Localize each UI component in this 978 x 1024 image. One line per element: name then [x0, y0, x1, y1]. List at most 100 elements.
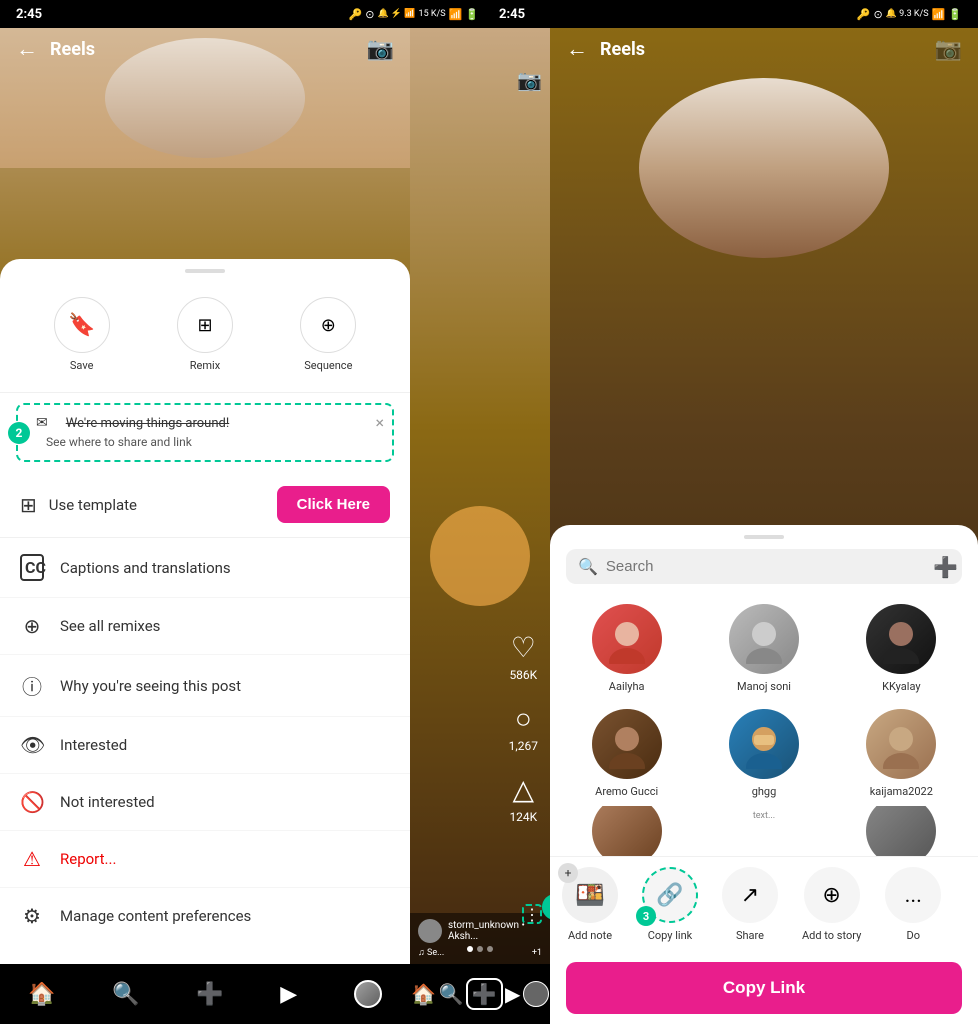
center-panel: 🔔 ⚡ 📶 🔋 📷 ♡ 586K ○ 1,267 △ 124K	[410, 28, 550, 1024]
avatar-kaijama	[866, 709, 936, 779]
like-action[interactable]: ♡ 586K	[509, 631, 537, 682]
why-label: Why you're seeing this post	[60, 677, 241, 695]
report-icon: ⚠	[20, 847, 44, 871]
remix-label: Remix	[190, 359, 220, 372]
report-menu-item[interactable]: ⚠ Report...	[0, 831, 410, 888]
captions-icon: CC	[20, 554, 44, 581]
copy-link-button[interactable]: Copy Link	[566, 962, 962, 1014]
camera-icon[interactable]: 📷	[367, 37, 394, 62]
badge-2: 2	[8, 422, 30, 444]
user-manoj[interactable]: Manoj soni	[695, 596, 832, 701]
captions-menu-item[interactable]: CC Captions and translations	[0, 538, 410, 598]
partial-avatar	[592, 806, 662, 856]
share-action-item[interactable]: ↗ Share	[710, 867, 790, 942]
user-name-aailyha: Aailyha	[609, 680, 645, 693]
add-note-plus-icon: +	[558, 863, 578, 883]
share-sheet: 🔍 ➕ Aailyha	[550, 525, 978, 1024]
nav-search[interactable]: 🔍	[112, 982, 139, 1007]
avatar-aremo	[592, 709, 662, 779]
share-circle: ↗	[722, 867, 778, 923]
share-count: 124K	[509, 810, 537, 824]
add-note-icon: 🍱	[575, 881, 605, 909]
captions-label: Captions and translations	[60, 559, 231, 577]
template-row: ⊞ Use template Click Here	[0, 472, 410, 538]
remix-action[interactable]: ⊞ Remix	[177, 297, 233, 372]
more-options[interactable]: ⋮	[522, 904, 542, 924]
add-person-icon[interactable]: ➕	[933, 555, 958, 579]
tooltip-banner: 2 ✉ We're moving things around! See wher…	[16, 403, 394, 462]
partial-avatar-2: text...	[729, 806, 799, 856]
header-title: Reels	[50, 39, 367, 60]
save-label: Save	[70, 359, 94, 372]
nav-reels[interactable]: ▶	[280, 982, 297, 1007]
share-actions-row: 🍱 + Add note 🔗 3 Copy link	[550, 856, 978, 952]
close-tooltip-button[interactable]: ×	[375, 413, 384, 432]
more-share-label: Do	[907, 929, 921, 942]
comment-icon: ○	[515, 702, 532, 735]
share-handle	[744, 535, 784, 539]
add-note-action[interactable]: 🍱 + Add note	[550, 867, 630, 942]
center-camera-icon[interactable]: 📷	[517, 68, 542, 92]
add-note-label: Add note	[568, 929, 612, 942]
user-aailyha[interactable]: Aailyha	[558, 596, 695, 701]
nav-home[interactable]: 🏠	[28, 982, 55, 1007]
user-kaijama[interactable]: kaijama2022	[833, 701, 970, 806]
like-icon: ♡	[511, 631, 536, 664]
interested-menu-item[interactable]: 👁 Interested	[0, 717, 410, 774]
right-panel: ← Reels 📷 🔍 ➕	[550, 28, 978, 1024]
user-ghgg[interactable]: ghgg	[695, 701, 832, 806]
search-icon: 🔍	[578, 557, 598, 576]
comment-count: 1,267	[509, 739, 538, 753]
user-aremo[interactable]: Aremo Gucci	[558, 701, 695, 806]
right-status-icons: 🔑⊙🔔 9.3 K/S 📶 🔋	[857, 8, 962, 21]
nav-profile[interactable]	[354, 980, 382, 1008]
search-bar[interactable]: 🔍	[566, 549, 962, 584]
right-header-title: Reels	[600, 39, 935, 60]
copy-link-label: Copy link	[648, 929, 692, 942]
not-interested-menu-item[interactable]: 🚫 Not interested	[0, 774, 410, 831]
interested-label: Interested	[60, 736, 127, 754]
search-input[interactable]	[606, 558, 950, 575]
left-time: 2:45	[16, 7, 42, 22]
save-action[interactable]: 🔖 Save	[54, 297, 110, 372]
save-icon: 🔖	[54, 297, 110, 353]
add-story-circle: ⊕	[804, 867, 860, 923]
not-interested-label: Not interested	[60, 793, 155, 811]
user-name-kkyalay: KKyalay	[882, 680, 920, 693]
template-label: Use template	[49, 496, 137, 514]
left-status-icons: 🔑⊙🔔 ⚡ 📶 15 K/S 📶 🔋	[349, 8, 479, 21]
not-interested-icon: 🚫	[20, 790, 44, 814]
center-bg-image	[410, 28, 550, 1024]
copy-link-action[interactable]: 🔗 3 Copy link	[630, 867, 710, 942]
comment-action[interactable]: ○ 1,267	[509, 702, 538, 753]
more-share-circle: ...	[885, 867, 941, 923]
side-actions: ♡ 586K ○ 1,267 △ 124K	[509, 631, 538, 824]
remixes-icon: ⊕	[20, 614, 44, 638]
why-seeing-menu-item[interactable]: ⓘ Why you're seeing this post	[0, 655, 410, 717]
add-story-action[interactable]: ⊕ Add to story	[790, 867, 873, 942]
share-action[interactable]: △ 124K	[509, 773, 537, 824]
sequence-action[interactable]: ⊕ Sequence	[300, 297, 356, 372]
more-share-action[interactable]: ... Do	[873, 867, 953, 942]
user-name-kaijama: kaijama2022	[870, 785, 933, 798]
use-template-button[interactable]: Click Here	[277, 486, 390, 523]
user-grid: Aailyha Manoj soni	[550, 596, 978, 806]
user-name-manoj: Manoj soni	[737, 680, 791, 693]
share-label: Share	[736, 929, 764, 942]
page-dots	[467, 946, 493, 952]
back-button[interactable]: ←	[16, 36, 38, 62]
badge-3: 3	[636, 906, 656, 926]
more-share-icon: ...	[905, 883, 922, 908]
sequence-label: Sequence	[304, 359, 352, 372]
right-camera-icon[interactable]: 📷	[935, 37, 962, 62]
avatar-kkyalay	[866, 604, 936, 674]
remixes-menu-item[interactable]: ⊕ See all remixes	[0, 598, 410, 655]
tooltip-subtitle: See where to share and link	[36, 435, 192, 449]
nav-create[interactable]: ➕	[196, 982, 223, 1007]
right-back-button[interactable]: ←	[566, 36, 588, 62]
like-count: 586K	[509, 668, 537, 682]
manage-content-menu-item[interactable]: ⚙ Manage content preferences	[0, 888, 410, 944]
copy-link-circle: 🔗 3	[642, 867, 698, 923]
add-story-icon: ⊕	[822, 883, 840, 908]
user-kkyalay[interactable]: KKyalay	[833, 596, 970, 701]
